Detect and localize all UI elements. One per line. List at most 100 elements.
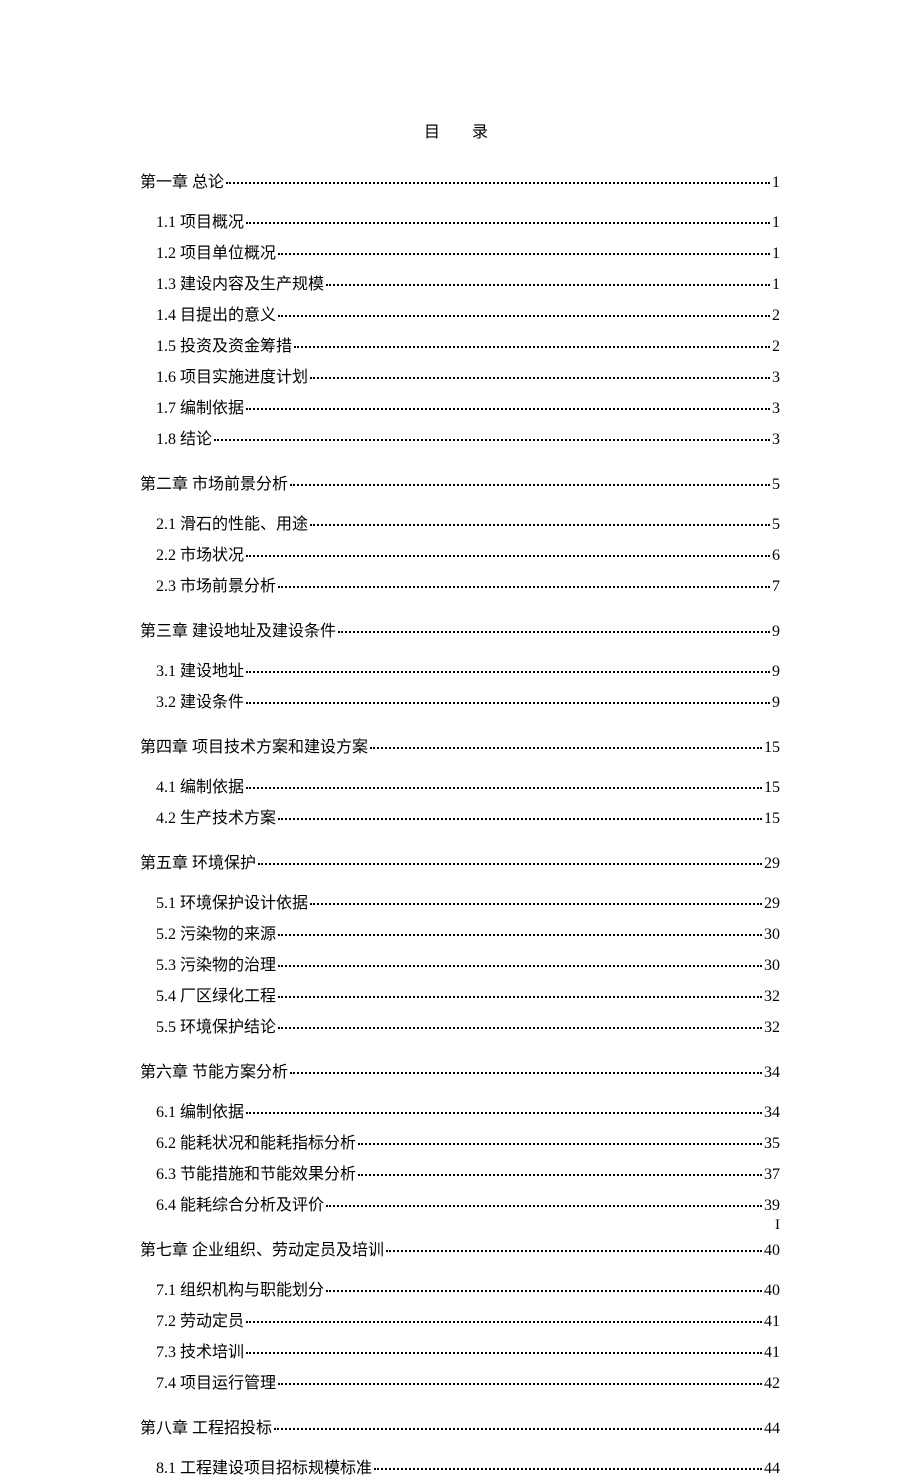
toc-sub-label: 6.2 能耗状况和能耗指标分析 xyxy=(156,1129,356,1153)
toc-sub-page: 42 xyxy=(764,1375,780,1393)
toc-chapter-label: 第六章 节能方案分析 xyxy=(140,1058,288,1082)
toc-chapter-entry: 第二章 市场前景分析 5 xyxy=(140,466,780,496)
toc-chapter-label: 第二章 市场前景分析 xyxy=(140,470,288,494)
toc-sub-page: 3 xyxy=(772,431,780,449)
toc-sub-label: 2.3 市场前景分析 xyxy=(156,572,276,596)
toc-subgroup: 2.1 滑石的性能、用途52.2 市场状况62.3 市场前景分析7 xyxy=(140,506,780,599)
toc-sub-label: 5.4 厂区绿化工程 xyxy=(156,982,276,1006)
toc-sub-page: 3 xyxy=(772,400,780,418)
toc-leader-dots xyxy=(358,1129,762,1145)
toc-sub-page: 34 xyxy=(764,1104,780,1122)
toc-sub-entry: 2.3 市场前景分析7 xyxy=(140,568,780,599)
toc-sub-entry: 1.1 项目概况 1 xyxy=(140,204,780,235)
toc-sub-entry: 8.1 工程建设项目招标规模标准 44 xyxy=(140,1450,780,1481)
toc-leader-dots xyxy=(258,849,762,865)
toc-subgroup: 5.1 环境保护设计依据295.2 污染物的来源305.3 污染物的治理305.… xyxy=(140,885,780,1040)
toc-sub-page: 2 xyxy=(772,307,780,325)
toc-leader-dots xyxy=(338,617,770,633)
toc-leader-dots xyxy=(278,920,762,936)
toc-sub-label: 7.1 组织机构与职能划分 xyxy=(156,1276,324,1300)
toc-chapter-entry: 第八章 工程招投标44 xyxy=(140,1410,780,1440)
toc-sub-label: 5.3 污染物的治理 xyxy=(156,951,276,975)
toc-sub-label: 1.2 项目单位概况 xyxy=(156,239,276,263)
toc-leader-dots xyxy=(278,951,762,967)
toc-sub-entry: 2.1 滑石的性能、用途5 xyxy=(140,506,780,537)
toc-sub-label: 7.4 项目运行管理 xyxy=(156,1369,276,1393)
toc-leader-dots xyxy=(278,982,762,998)
toc-leader-dots xyxy=(326,270,770,286)
toc-sub-page: 3 xyxy=(772,369,780,387)
toc-subgroup: 7.1 组织机构与职能划分 40 7.2 劳动定员41 7.3 技术培训 41 7.4 项… xyxy=(140,1272,780,1396)
toc-sub-label: 1.1 项目概况 xyxy=(156,208,244,232)
toc-leader-dots xyxy=(278,301,770,317)
toc-leader-dots xyxy=(374,1454,762,1470)
toc-sub-entry: 3.2 建设条件 9 xyxy=(140,684,780,715)
toc-sub-page: 2 xyxy=(772,338,780,356)
toc-sub-label: 3.2 建设条件 xyxy=(156,688,244,712)
toc-sub-label: 5.1 环境保护设计依据 xyxy=(156,889,308,913)
toc-sub-entry: 5.5 环境保护结论32 xyxy=(140,1009,780,1040)
toc-leader-dots xyxy=(386,1236,762,1252)
toc-chapter-entry: 第一章 总论 1 xyxy=(140,164,780,194)
toc-sub-entry: 5.1 环境保护设计依据29 xyxy=(140,885,780,916)
toc-leader-dots xyxy=(246,688,770,704)
toc-sub-entry: 5.2 污染物的来源30 xyxy=(140,916,780,947)
toc-sub-entry: 7.4 项目运行管理 42 xyxy=(140,1365,780,1396)
toc-leader-dots xyxy=(370,733,762,749)
toc-leader-dots xyxy=(226,168,770,184)
toc-title: 目 录 xyxy=(140,118,780,142)
toc-sub-label: 8.1 工程建设项目招标规模标准 xyxy=(156,1454,372,1478)
toc-chapter-entry: 第七章 企业组织、劳动定员及培训40 xyxy=(140,1232,780,1262)
toc-sub-page: 30 xyxy=(764,926,780,944)
toc-sub-page: 15 xyxy=(764,779,780,797)
toc-sub-entry: 5.4 厂区绿化工程 32 xyxy=(140,978,780,1009)
toc-sub-page: 9 xyxy=(772,663,780,681)
toc-leader-dots xyxy=(358,1160,762,1176)
toc-sub-label: 1.5 投资及资金筹措 xyxy=(156,332,292,356)
toc-leader-dots xyxy=(246,208,770,224)
toc-leader-dots xyxy=(310,363,770,379)
toc-sub-page: 41 xyxy=(764,1344,780,1362)
toc-sub-label: 1.3 建设内容及生产规模 xyxy=(156,270,324,294)
toc-sub-page: 9 xyxy=(772,694,780,712)
toc-sub-label: 4.2 生产技术方案 xyxy=(156,804,276,828)
toc-chapter-page: 5 xyxy=(772,476,780,494)
toc-chapter-entry: 第四章 项目技术方案和建设方案15 xyxy=(140,729,780,759)
toc-sub-label: 1.4 目提出的意义 xyxy=(156,301,276,325)
toc-sub-entry: 6.4 能耗综合分析及评价39 xyxy=(140,1187,780,1218)
toc-sub-page: 32 xyxy=(764,988,780,1006)
toc-subgroup: 8.1 工程建设项目招标规模标准 44 xyxy=(140,1450,780,1481)
toc-sub-page: 5 xyxy=(772,516,780,534)
toc-sub-page: 1 xyxy=(772,214,780,232)
toc-leader-dots xyxy=(326,1191,762,1207)
toc-leader-dots xyxy=(278,239,770,255)
toc-sub-label: 1.8 结论 xyxy=(156,425,212,449)
toc-leader-dots xyxy=(294,332,770,348)
toc-chapter-page: 29 xyxy=(764,855,780,873)
toc-sub-label: 6.4 能耗综合分析及评价 xyxy=(156,1191,324,1215)
toc-chapter-page: 9 xyxy=(772,623,780,641)
toc-leader-dots xyxy=(290,470,770,486)
toc-leader-dots xyxy=(326,1276,762,1292)
toc-sub-entry: 7.2 劳动定员41 xyxy=(140,1303,780,1334)
toc-chapter-page: 15 xyxy=(764,739,780,757)
toc-chapter-label: 第三章 建设地址及建设条件 xyxy=(140,617,336,641)
toc-leader-dots xyxy=(290,1058,762,1074)
toc-sub-page: 32 xyxy=(764,1019,780,1037)
toc-leader-dots xyxy=(246,1307,762,1323)
toc-sub-page: 1 xyxy=(772,245,780,263)
toc-subgroup: 1.1 项目概况 1 1.2 项目单位概况 1 1.3 建设内容及生产规模 1 1.4 目提… xyxy=(140,204,780,452)
toc-sub-entry: 5.3 污染物的治理30 xyxy=(140,947,780,978)
toc-chapter-page: 1 xyxy=(772,174,780,192)
toc-sub-entry: 3.1 建设地址 9 xyxy=(140,653,780,684)
toc-chapter-label: 第一章 总论 xyxy=(140,168,224,192)
toc-sub-page: 40 xyxy=(764,1282,780,1300)
toc-sub-entry: 6.3 节能措施和节能效果分析37 xyxy=(140,1156,780,1187)
toc-sub-page: 1 xyxy=(772,276,780,294)
toc-sub-entry: 4.1 编制依据15 xyxy=(140,769,780,800)
toc-sub-label: 7.3 技术培训 xyxy=(156,1338,244,1362)
toc-sub-page: 44 xyxy=(764,1460,780,1478)
toc-sub-page: 35 xyxy=(764,1135,780,1153)
toc-sub-entry: 7.1 组织机构与职能划分 40 xyxy=(140,1272,780,1303)
toc-sub-label: 3.1 建设地址 xyxy=(156,657,244,681)
